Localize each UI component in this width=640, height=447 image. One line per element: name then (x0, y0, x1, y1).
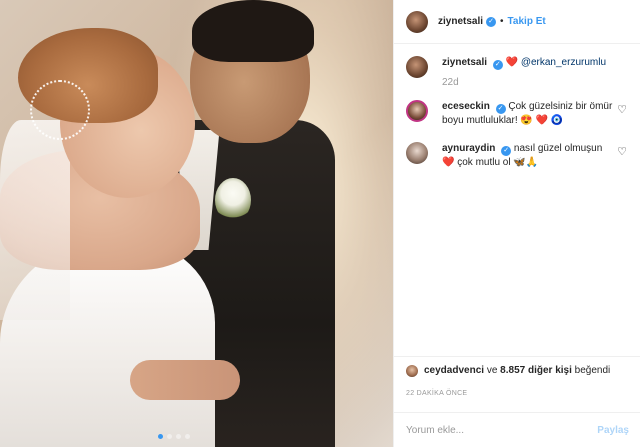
commenter-username[interactable]: aynuraydin (442, 143, 495, 154)
liker-username[interactable]: ceydadvenci (424, 365, 484, 376)
verified-badge-icon: ✓ (486, 16, 497, 27)
verified-badge-icon: ✓ (501, 146, 512, 156)
caption-time[interactable]: 22d (442, 76, 617, 90)
add-comment-bar: Paylaş (394, 412, 640, 447)
commenter-avatar[interactable] (406, 100, 428, 122)
likes-suffix: beğendi (574, 365, 611, 376)
comment-item: eceseckin ✓ Çok güzelsiniz bir ömür boyu… (406, 100, 628, 128)
post-sidebar: ziynetsali ✓ • Takip Et ziynetsali ✓ ❤️ … (393, 0, 640, 447)
comment-text-2: çok mutlu ol (457, 157, 511, 168)
carousel-dot[interactable] (167, 434, 172, 439)
caption-author-avatar[interactable] (406, 56, 428, 78)
post-timestamp[interactable]: 22 DAKİKA ÖNCE (406, 390, 467, 397)
commenter-avatar[interactable] (406, 142, 428, 164)
boutonniere (215, 178, 251, 222)
groom-hair (192, 0, 314, 62)
post-comment-button[interactable]: Paylaş (597, 425, 629, 436)
caption-body: ziynetsali ✓ ❤️ @erkan_erzurumlu 22d (442, 56, 617, 90)
likes-text: ceydadvenci ve 8.857 diğer kişi beğendi (424, 365, 610, 376)
comment-emojis: 🦋🙏 (513, 157, 539, 168)
follow-separator: • (500, 16, 504, 27)
comment-item: aynuraydin ✓ nasıl güzel olmuşun ❤️ çok … (406, 142, 628, 170)
author-username[interactable]: ziynetsali (438, 16, 483, 27)
likes-count[interactable]: 8.857 diğer kişi (500, 365, 572, 376)
verified-badge-icon: ✓ (492, 60, 503, 70)
comment-input[interactable] (406, 424, 566, 436)
post-header: ziynetsali ✓ • Takip Et (394, 0, 640, 44)
carousel-dot[interactable] (185, 434, 190, 439)
comment-text: nasıl güzel olmuşun (513, 143, 603, 154)
instagram-post: ziynetsali ✓ • Takip Et ziynetsali ✓ ❤️ … (0, 0, 640, 447)
likes-section: ceydadvenci ve 8.857 diğer kişi beğendi (394, 356, 640, 384)
caption-username[interactable]: ziynetsali (442, 57, 487, 68)
carousel-dot[interactable] (176, 434, 181, 439)
liker-avatar[interactable] (406, 364, 418, 377)
caption: ziynetsali ✓ ❤️ @erkan_erzurumlu 22d (406, 56, 628, 90)
follow-button[interactable]: Takip Et (508, 16, 546, 27)
heart-outline-icon[interactable]: ♡ (616, 146, 628, 158)
likes-connector: ve (486, 365, 498, 376)
likes-summary[interactable]: ceydadvenci ve 8.857 diğer kişi beğendi (406, 364, 610, 377)
comment-body: aynuraydin ✓ nasıl güzel olmuşun ❤️ çok … (442, 142, 617, 170)
comment-emojis: 😍 ❤️ 🧿 (520, 115, 564, 126)
verified-badge-icon: ✓ (495, 104, 506, 114)
heart-emoji: ❤️ (442, 157, 455, 168)
comments-list: ziynetsali ✓ ❤️ @erkan_erzurumlu 22d ece… (394, 44, 640, 354)
heart-emoji: ❤️ (505, 57, 519, 68)
heart-outline-icon[interactable]: ♡ (616, 104, 628, 116)
bride-hairpiece (30, 80, 90, 140)
bride-veil (0, 120, 70, 320)
commenter-username[interactable]: eceseckin (442, 101, 490, 112)
carousel-dot-active[interactable] (158, 434, 163, 439)
author-avatar[interactable] (406, 10, 428, 33)
carousel-indicator (158, 434, 190, 439)
groom-hand (130, 360, 240, 400)
comment-body: eceseckin ✓ Çok güzelsiniz bir ömür boyu… (442, 100, 617, 128)
caption-mention-link[interactable]: @erkan_erzurumlu (521, 57, 606, 68)
post-photo[interactable] (0, 0, 393, 447)
